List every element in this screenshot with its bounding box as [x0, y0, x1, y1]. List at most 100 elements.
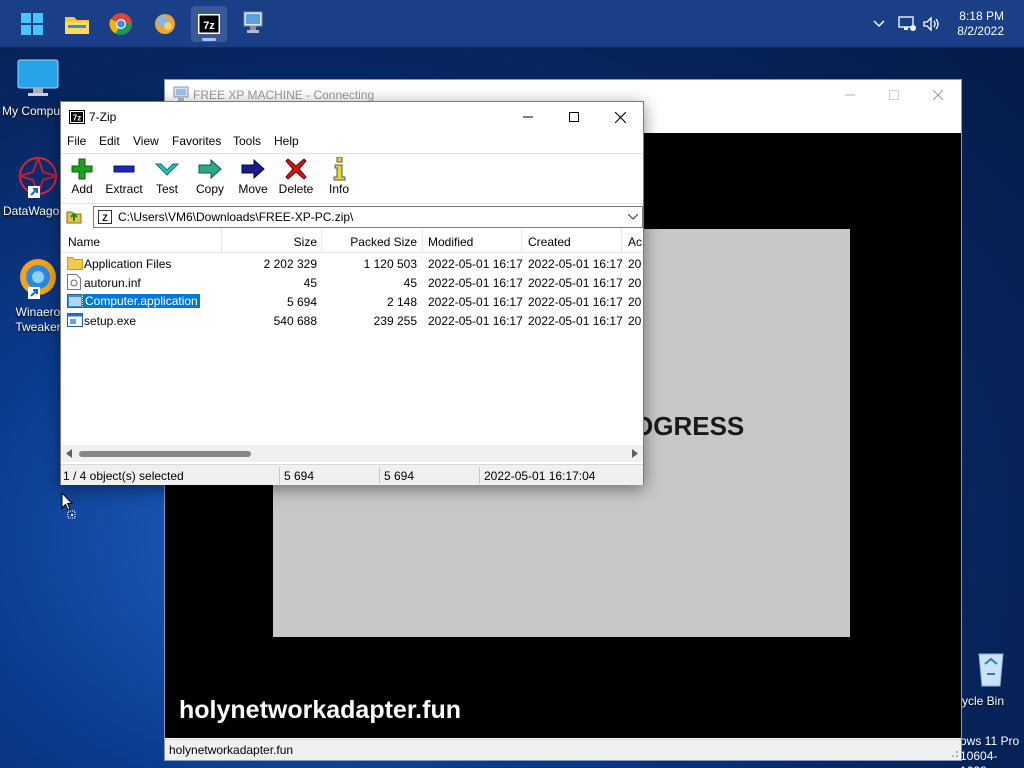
network-tray-button[interactable]	[896, 0, 918, 48]
extract-button[interactable]: Extract	[103, 156, 145, 196]
winaero-icon	[20, 259, 56, 299]
file-accessed: 20	[628, 257, 642, 271]
add-button[interactable]: Add	[61, 156, 103, 196]
col-name[interactable]: Name	[68, 235, 100, 249]
col-divider[interactable]	[422, 229, 423, 253]
7zip-statusbar: 1 / 4 object(s) selected 5 694 5 694 202…	[61, 464, 643, 485]
7zip-window[interactable]: 7z 7-Zip File Edit View Favorites Tools …	[60, 101, 644, 485]
delete-button[interactable]: Delete	[275, 156, 317, 196]
menu-favorites[interactable]: Favorites	[172, 134, 221, 148]
menu-tools[interactable]: Tools	[233, 134, 261, 148]
col-size[interactable]: Size	[261, 235, 317, 249]
recycle-bin-icon	[978, 653, 1004, 687]
col-accessed[interactable]: Ac	[628, 235, 642, 249]
network-icon	[898, 16, 916, 31]
address-bar: Z C:\Users\VM6\Downloads\FREE-XP-PC.zip\	[61, 203, 643, 228]
taskbar-remote-desktop[interactable]	[235, 6, 271, 42]
rdp-minimize-button[interactable]	[827, 80, 873, 110]
col-packed-size[interactable]: Packed Size	[337, 235, 417, 249]
desktop-icon-label: ycle Bin	[962, 694, 1005, 708]
col-divider[interactable]	[621, 229, 622, 253]
col-modified[interactable]: Modified	[428, 235, 473, 249]
maximize-icon	[889, 90, 899, 100]
file-name: setup.exe	[84, 314, 137, 328]
status-size: 5 694	[284, 469, 315, 483]
taskbar-media-player[interactable]	[147, 6, 183, 42]
file-size: 5 694	[286, 295, 317, 309]
executable-icon	[67, 313, 83, 327]
move-button[interactable]: Move	[232, 156, 274, 196]
table-row[interactable]: autorun.inf 45 45 2022-05-01 16:17 2022-…	[61, 273, 643, 292]
7zip-titlebar[interactable]: 7z 7-Zip	[61, 102, 643, 132]
table-row[interactable]: Application Files 2 202 329 1 120 503 20…	[61, 254, 643, 273]
col-divider[interactable]	[221, 229, 222, 253]
7zip-maximize-button[interactable]	[551, 102, 597, 132]
taskbar-7zip[interactable]: 7z	[191, 6, 227, 42]
svg-text:7z: 7z	[203, 20, 215, 32]
remote-desktop-icon	[243, 11, 263, 33]
menu-file[interactable]: File	[67, 134, 86, 148]
7zip-close-button[interactable]	[597, 102, 643, 132]
scroll-left-icon[interactable]	[65, 449, 73, 458]
7zip-menubar: File Edit View Favorites Tools Help	[61, 132, 643, 152]
file-name: Application Files	[84, 257, 172, 271]
file-created: 2022-05-01 16:17	[528, 295, 623, 309]
scrollbar-thumb[interactable]	[79, 451, 251, 457]
remote-brand-text: holynetworkadapter.fun	[179, 696, 461, 724]
table-row-selected[interactable]: Computer.application 5 694 2 148 2022-05…	[61, 292, 643, 311]
folder-icon	[67, 257, 83, 270]
windows-watermark: ows 11 Pro 10604-1628	[960, 734, 1024, 768]
file-accessed: 20	[628, 295, 642, 309]
menu-view[interactable]: View	[133, 134, 159, 148]
copy-button[interactable]: Copy	[189, 156, 231, 196]
taskbar-file-explorer[interactable]	[59, 6, 95, 42]
menu-help[interactable]: Help	[274, 134, 299, 148]
rdp-statusbar: holynetworkadapter.fun	[165, 739, 961, 760]
chevron-down-icon[interactable]	[628, 214, 638, 220]
scroll-right-icon[interactable]	[631, 449, 639, 458]
horizontal-scrollbar[interactable]	[61, 445, 643, 462]
path-text: C:\Users\VM6\Downloads\FREE-XP-PC.zip\	[118, 210, 354, 224]
7zip-icon: 7z	[69, 110, 85, 124]
rdp-close-button[interactable]	[915, 80, 961, 110]
move-icon	[241, 158, 265, 180]
status-selection: 1 / 4 object(s) selected	[63, 469, 184, 483]
info-button[interactable]: Info	[318, 156, 360, 196]
start-button[interactable]	[14, 6, 50, 42]
7zip-minimize-button[interactable]	[505, 102, 551, 132]
file-packed-size: 239 255	[373, 314, 417, 328]
table-row[interactable]: setup.exe 540 688 239 255 2022-05-01 16:…	[61, 311, 643, 330]
status-divider	[479, 467, 480, 484]
rdp-title: FREE XP MACHINE - Connecting	[193, 88, 375, 102]
clock[interactable]: 8:18 PM 8/2/2022	[957, 9, 1004, 39]
file-modified: 2022-05-01 16:17	[428, 276, 523, 290]
volume-tray-button[interactable]	[920, 0, 942, 48]
file-size: 2 202 329	[263, 257, 317, 271]
resize-grip-icon[interactable]	[949, 748, 959, 758]
col-created[interactable]: Created	[528, 235, 571, 249]
clock-time: 8:18 PM	[959, 9, 1004, 23]
file-explorer-icon	[65, 17, 89, 34]
path-combobox[interactable]: Z C:\Users\VM6\Downloads\FREE-XP-PC.zip\	[93, 206, 643, 228]
test-button[interactable]: Test	[146, 156, 188, 196]
svg-text:Z: Z	[102, 213, 108, 223]
up-folder-button[interactable]	[65, 207, 87, 227]
menu-edit[interactable]: Edit	[99, 134, 120, 148]
minimize-icon	[523, 116, 533, 118]
show-hidden-icons-button[interactable]	[868, 0, 890, 48]
desktop-icon-recycle-bin[interactable]: ycle Bin	[958, 648, 1024, 709]
minimize-icon	[845, 94, 855, 96]
remote-desktop-icon	[173, 86, 189, 101]
col-divider[interactable]	[521, 229, 522, 253]
rdp-maximize-button[interactable]	[871, 80, 917, 110]
watermark-line1: ows 11 Pro	[960, 734, 1020, 748]
file-accessed: 20	[628, 276, 642, 290]
taskbar-chrome[interactable]	[103, 6, 139, 42]
monitor-icon	[17, 59, 59, 96]
7zip-toolbar: Add Extract Test Copy Move Delete Info	[61, 153, 643, 201]
delete-label: Delete	[278, 182, 314, 196]
close-icon	[933, 90, 943, 100]
col-divider[interactable]	[321, 229, 322, 253]
7zip-title: 7-Zip	[89, 110, 117, 124]
file-modified: 2022-05-01 16:17	[428, 295, 523, 309]
